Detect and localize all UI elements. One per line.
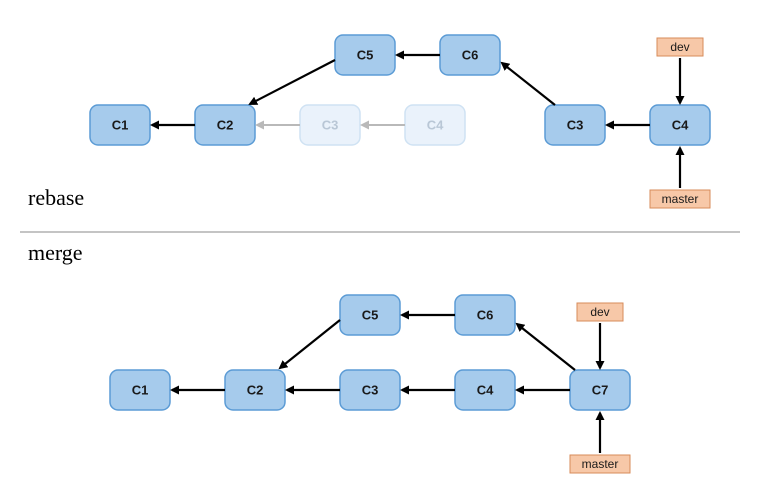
- commit-c1: C1: [90, 105, 150, 145]
- svg-text:dev: dev: [590, 305, 609, 319]
- branch-dev: dev: [657, 38, 703, 56]
- svg-text:C3: C3: [567, 117, 584, 132]
- svg-text:C2: C2: [247, 382, 264, 397]
- commit-c1: C1: [110, 370, 170, 410]
- arrow-c3new-c6: [502, 63, 555, 105]
- branch-master: master: [570, 455, 630, 473]
- svg-text:C2: C2: [217, 117, 234, 132]
- git-rebase-vs-merge-diagram: rebase C1 C2 C3 C4 C5 C6 C3: [0, 0, 760, 500]
- svg-text:C5: C5: [362, 307, 379, 322]
- arrow-c7-c6: [517, 324, 575, 370]
- merge-section: merge C1 C2 C3 C4 C5 C6 C7: [28, 240, 630, 473]
- svg-text:C4: C4: [427, 117, 444, 132]
- commit-c3: C3: [340, 370, 400, 410]
- commit-c4: C4: [455, 370, 515, 410]
- commit-c2: C2: [195, 105, 255, 145]
- svg-text:master: master: [662, 192, 699, 206]
- svg-text:C6: C6: [477, 307, 494, 322]
- rebase-section: rebase C1 C2 C3 C4 C5 C6 C3: [28, 35, 710, 210]
- rebase-title: rebase: [28, 185, 84, 210]
- commit-c6: C6: [455, 295, 515, 335]
- svg-text:C5: C5: [357, 47, 374, 62]
- svg-text:master: master: [582, 457, 619, 471]
- commit-c3-new: C3: [545, 105, 605, 145]
- arrow-c5-c2: [250, 60, 335, 104]
- commit-c5: C5: [340, 295, 400, 335]
- svg-text:C1: C1: [112, 117, 129, 132]
- commit-c2: C2: [225, 370, 285, 410]
- branch-master: master: [650, 190, 710, 208]
- commit-c4-new: C4: [650, 105, 710, 145]
- merge-title: merge: [28, 240, 83, 265]
- svg-text:C7: C7: [592, 382, 609, 397]
- svg-text:C1: C1: [132, 382, 149, 397]
- svg-text:C4: C4: [672, 117, 689, 132]
- commit-c5: C5: [335, 35, 395, 75]
- commit-c4-ghost: C4: [405, 105, 465, 145]
- svg-text:C3: C3: [322, 117, 339, 132]
- svg-text:C3: C3: [362, 382, 379, 397]
- svg-text:C6: C6: [462, 47, 479, 62]
- commit-c3-ghost: C3: [300, 105, 360, 145]
- branch-dev: dev: [577, 303, 623, 321]
- svg-text:C4: C4: [477, 382, 494, 397]
- commit-c6: C6: [440, 35, 500, 75]
- svg-text:dev: dev: [670, 40, 689, 54]
- arrow-c5-c2: [280, 320, 340, 368]
- commit-c7: C7: [570, 370, 630, 410]
